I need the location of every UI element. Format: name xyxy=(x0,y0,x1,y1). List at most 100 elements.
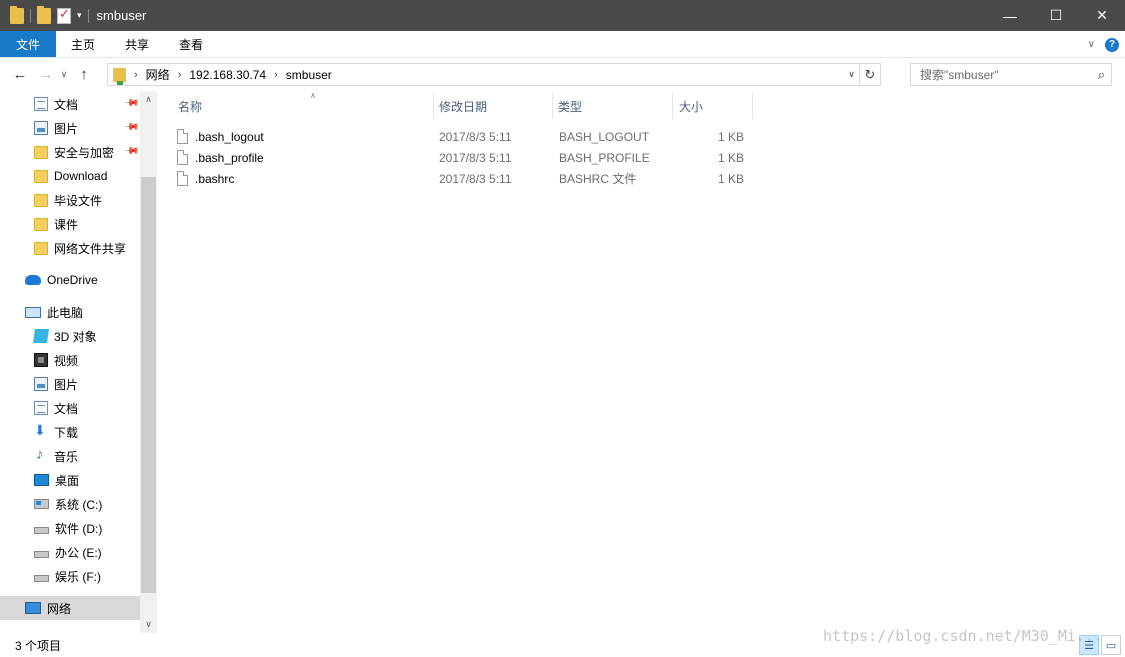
picture-icon xyxy=(34,121,48,135)
network-icon xyxy=(25,602,41,614)
sidebar-item-downloads[interactable]: 下载 xyxy=(0,420,140,444)
minimize-button[interactable]: — xyxy=(987,0,1033,31)
sidebar-item-courseware[interactable]: 课件 xyxy=(0,212,140,236)
column-header-size[interactable]: 大小 xyxy=(673,93,753,119)
sidebar-item-security[interactable]: 安全与加密 📌 xyxy=(0,140,140,164)
onedrive-cloud-icon xyxy=(25,275,41,285)
file-size: 1 KB xyxy=(717,150,744,165)
network-location-icon xyxy=(113,67,126,85)
file-date: 2017/8/3 5:11 xyxy=(439,171,512,186)
pin-icon: 📌 xyxy=(122,119,140,136)
pin-icon: 📌 xyxy=(122,143,140,160)
address-bar[interactable]: › 网络 › 192.168.30.74 › smbuser ∨ ↻ xyxy=(107,63,881,86)
sidebar-item-pictures[interactable]: 图片 📌 xyxy=(0,116,140,140)
table-row[interactable]: .bashrc 2017/8/3 5:11 BASHRC 文件 1 KB xyxy=(177,168,757,189)
sidebar-item-desktop[interactable]: 桌面 xyxy=(0,468,140,492)
refresh-icon[interactable]: ↻ xyxy=(860,64,880,85)
new-folder-icon[interactable] xyxy=(37,5,51,24)
scroll-down-chevron-icon[interactable]: ∨ xyxy=(140,616,157,633)
navigation-bar: ← → ∨ ↑ › 网络 › 192.168.30.74 › smbuser ∨… xyxy=(0,58,1125,91)
sidebar-item-pc-pictures[interactable]: 图片 xyxy=(0,372,140,396)
forward-button[interactable]: → xyxy=(35,63,57,85)
expand-ribbon-chevron-icon[interactable]: ∨ xyxy=(1088,39,1095,50)
search-icon[interactable]: ⌕ xyxy=(1098,67,1105,83)
breadcrumb-smbuser[interactable]: smbuser xyxy=(286,68,332,82)
drive-icon xyxy=(34,574,49,582)
column-header-type[interactable]: 类型 xyxy=(553,93,673,119)
computer-icon xyxy=(25,306,41,318)
sidebar-scrollbar[interactable]: ∧ ∨ xyxy=(140,91,157,633)
sidebar-item-pc-documents[interactable]: 文档 xyxy=(0,396,140,420)
folder-icon xyxy=(34,193,48,207)
navigation-tree: 文档 📌 图片 📌 安全与加密 📌 Download 毕设文件 课件 网络文件共… xyxy=(0,91,140,633)
sidebar-item-drive-c[interactable]: 系统 (C:) xyxy=(0,492,140,516)
breadcrumb-host[interactable]: 192.168.30.74 xyxy=(189,68,266,82)
help-icon[interactable]: ? xyxy=(1105,37,1119,52)
column-header-date[interactable]: 修改日期 xyxy=(434,93,553,119)
toolbar-separator xyxy=(30,8,31,23)
folder-icon xyxy=(34,145,48,159)
sidebar-item-thesis-files[interactable]: 毕设文件 xyxy=(0,188,140,212)
maximize-button[interactable]: ☐ xyxy=(1033,0,1079,31)
address-bar-controls: ∨ ↻ xyxy=(844,64,880,85)
customize-toolbar-dropdown-icon[interactable]: ▾ xyxy=(77,10,82,21)
sidebar-item-network[interactable]: 网络 xyxy=(0,596,140,620)
watermark: https://blog.csdn.net/M30_Mi... xyxy=(823,627,1103,645)
sidebar-item-network-share[interactable]: 网络文件共享 xyxy=(0,236,140,260)
table-row[interactable]: .bash_logout 2017/8/3 5:11 BASH_LOGOUT 1… xyxy=(177,126,757,147)
file-size: 1 KB xyxy=(717,171,744,186)
sidebar-item-this-pc[interactable]: 此电脑 xyxy=(0,300,140,324)
breadcrumb-separator-icon[interactable]: › xyxy=(178,69,182,81)
breadcrumb-separator-icon[interactable]: › xyxy=(134,69,138,81)
sidebar-item-download[interactable]: Download xyxy=(0,164,140,188)
cube-icon xyxy=(33,329,49,343)
tab-view[interactable]: 查看 xyxy=(164,31,218,57)
video-icon xyxy=(34,353,48,367)
tab-file[interactable]: 文件 xyxy=(0,31,57,57)
file-icon xyxy=(177,171,188,186)
drive-icon xyxy=(34,526,49,534)
folder-icon xyxy=(34,169,48,183)
file-icon xyxy=(177,150,188,165)
back-button[interactable]: ← xyxy=(9,63,31,85)
address-history-dropdown-icon[interactable]: ∨ xyxy=(844,64,860,85)
up-button[interactable]: ↑ xyxy=(73,63,95,85)
file-type: BASH_LOGOUT xyxy=(559,129,650,144)
sidebar-item-music[interactable]: 音乐 xyxy=(0,444,140,468)
file-type: BASH_PROFILE xyxy=(559,150,650,165)
sidebar-item-3d-objects[interactable]: 3D 对象 xyxy=(0,324,140,348)
column-header-name[interactable]: 名称 ∧ xyxy=(169,91,434,119)
search-input[interactable]: 搜索"smbuser" xyxy=(920,66,999,83)
file-date: 2017/8/3 5:11 xyxy=(439,129,512,144)
doc-icon xyxy=(34,97,48,111)
sidebar-item-drive-d[interactable]: 软件 (D:) xyxy=(0,516,140,540)
desktop-icon xyxy=(34,474,49,486)
scroll-up-chevron-icon[interactable]: ∧ xyxy=(140,91,157,108)
pin-icon: 📌 xyxy=(122,95,140,112)
file-icon xyxy=(177,129,188,144)
item-count: 3 个项目 xyxy=(15,638,62,653)
breadcrumb-separator-icon[interactable]: › xyxy=(274,69,278,81)
sidebar-item-drive-f[interactable]: 娱乐 (F:) xyxy=(0,564,140,588)
sidebar-item-videos[interactable]: 视频 xyxy=(0,348,140,372)
tab-share[interactable]: 共享 xyxy=(110,31,164,57)
window-title: smbuser xyxy=(96,8,147,23)
tab-home[interactable]: 主页 xyxy=(56,31,110,57)
close-button[interactable]: ✕ xyxy=(1079,0,1125,31)
music-icon xyxy=(34,446,48,463)
breadcrumb-network[interactable]: 网络 xyxy=(146,66,170,83)
large-icons-view-icon[interactable]: ▭ xyxy=(1101,635,1121,655)
table-row[interactable]: .bash_profile 2017/8/3 5:11 BASH_PROFILE… xyxy=(177,147,757,168)
sidebar-item-drive-e[interactable]: 办公 (E:) xyxy=(0,540,140,564)
search-box[interactable]: 搜索"smbuser" ⌕ xyxy=(910,63,1112,86)
sidebar-item-documents[interactable]: 文档 📌 xyxy=(0,92,140,116)
title-bar: ▾ smbuser — ☐ ✕ xyxy=(0,0,1125,31)
recent-locations-button[interactable]: ∨ xyxy=(57,63,71,85)
properties-icon[interactable] xyxy=(57,6,71,24)
sort-ascending-chevron-icon: ∧ xyxy=(310,91,316,100)
window-controls: — ☐ ✕ xyxy=(987,0,1125,31)
scrollbar-thumb[interactable] xyxy=(141,177,156,593)
explorer-folder-icon[interactable] xyxy=(10,5,24,24)
folder-icon xyxy=(34,217,48,231)
sidebar-item-onedrive[interactable]: OneDrive xyxy=(0,268,140,292)
